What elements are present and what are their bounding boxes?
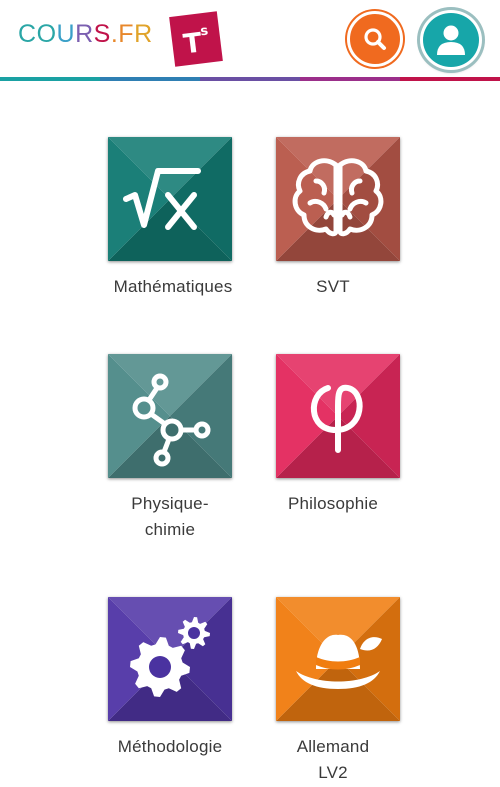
profile-button[interactable] <box>420 10 482 70</box>
sqrt-x-icon <box>123 168 201 230</box>
logo-letter: R <box>75 20 94 48</box>
logo-letter: U <box>56 20 76 48</box>
subject-tile-philosophie[interactable] <box>276 354 400 478</box>
subject-tile-mathematiques[interactable] <box>108 137 232 261</box>
subject-label-physique-chimie[interactable]: Physique- chimie <box>90 491 250 543</box>
subject-label-mathematiques[interactable]: Mathématiques <box>93 274 253 300</box>
search-button[interactable] <box>347 11 403 67</box>
molecule-icon <box>132 373 211 467</box>
divider-segment <box>400 77 500 81</box>
color-divider <box>0 77 500 81</box>
logo-letter: O <box>36 20 57 48</box>
level-badge[interactable]: Ts <box>169 11 223 67</box>
user-icon <box>437 25 465 55</box>
phi-icon <box>311 384 363 453</box>
large-gear <box>130 637 190 697</box>
brain-icon <box>292 158 384 237</box>
logo-letter: . <box>110 20 119 48</box>
small-gear <box>178 617 210 649</box>
hat-icon <box>296 634 382 689</box>
subject-tile-svt[interactable] <box>276 137 400 261</box>
search-icon <box>364 28 386 50</box>
subject-tile-physique-chimie[interactable] <box>108 354 232 478</box>
divider-segment <box>100 77 200 81</box>
gears-icon <box>130 617 210 697</box>
subject-label-methodologie[interactable]: Méthodologie <box>90 734 250 760</box>
subject-tile-methodologie[interactable] <box>108 597 232 721</box>
logo-letter: F <box>118 20 135 48</box>
cours-fr-logo[interactable]: COURS.FR <box>18 20 153 49</box>
subject-label-philosophie[interactable]: Philosophie <box>253 491 413 517</box>
logo-letter: C <box>18 20 37 48</box>
subject-label-svt[interactable]: SVT <box>253 274 413 300</box>
divider-segment <box>0 77 100 81</box>
logo-letter: R <box>134 20 153 48</box>
divider-segment <box>300 77 400 81</box>
app-header: COURS.FR Ts <box>0 0 500 78</box>
logo-letter: S <box>93 20 111 48</box>
subject-tile-allemand-lv2[interactable] <box>276 597 400 721</box>
subject-label-allemand-lv2[interactable]: Allemand LV2 <box>253 734 413 786</box>
divider-segment <box>200 77 300 81</box>
